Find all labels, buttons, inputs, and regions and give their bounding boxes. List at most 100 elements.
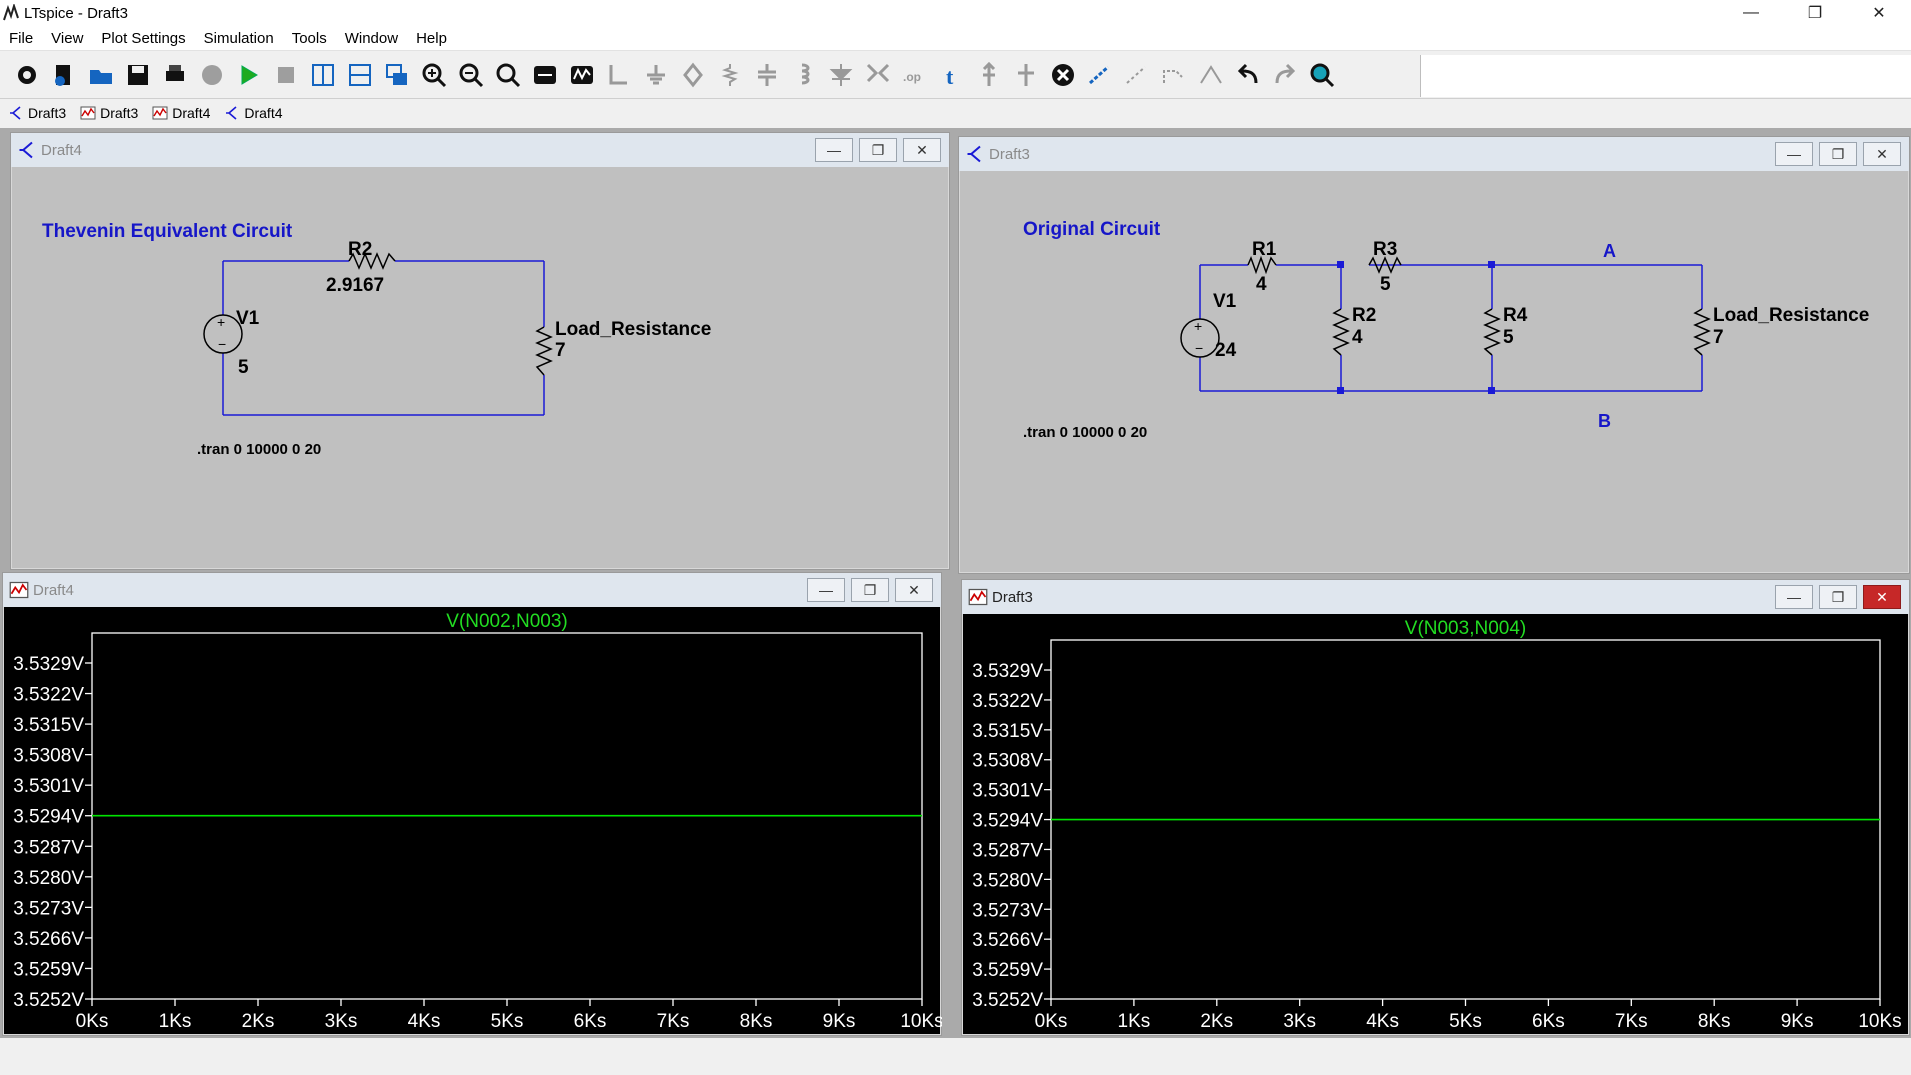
new-schematic-button[interactable] [45,57,82,93]
schematic-window-thevenin[interactable]: Draft4 — ❐ ✕ Thevenin Equivalent Circuit [10,132,950,570]
restore-button[interactable]: ❐ [1783,0,1847,26]
wire-button[interactable] [600,57,637,93]
zoom-in-button[interactable] [415,57,452,93]
resistor-r1[interactable] [1247,255,1277,275]
maximize-button[interactable]: ❐ [859,138,897,162]
maximize-button[interactable]: ❐ [1819,142,1857,166]
zoom-fit-button[interactable] [489,57,526,93]
inductor-button[interactable] [785,57,822,93]
minimize-button[interactable]: — [807,578,845,602]
component-button[interactable] [859,57,896,93]
node-label-b: B [1598,411,1611,431]
halt-button[interactable] [193,57,230,93]
menu-help[interactable]: Help [407,30,456,47]
mirror-button[interactable] [1192,57,1229,93]
tab-draft4-plot[interactable]: Draft4 [152,105,210,121]
minimize-button[interactable]: — [1775,142,1813,166]
move-button[interactable] [970,57,1007,93]
menu-tools[interactable]: Tools [283,30,336,47]
label-net-button[interactable] [674,57,711,93]
y-tick-label: 3.5259V [13,959,84,980]
close-button[interactable]: ✕ [895,578,933,602]
autorange-button[interactable] [526,57,563,93]
window-title-bar[interactable]: Draft3 — ❐ ✕ [962,580,1909,614]
window-title-bar[interactable]: Draft4 — ❐ ✕ [11,133,949,167]
y-tick-label: 3.5301V [13,776,84,797]
tab-draft3-plot[interactable]: Draft3 [80,105,138,121]
x-tick-label: 9Ks [1781,1011,1814,1032]
close-button[interactable]: ✕ [1847,0,1911,26]
tab-draft4-schematic[interactable]: Draft4 [224,105,283,121]
menu-simulation[interactable]: Simulation [195,30,283,47]
waveform-button[interactable] [563,57,600,93]
run-button[interactable] [230,57,267,93]
window-title-bar[interactable]: Draft3 — ❐ ✕ [959,137,1909,171]
menu-file[interactable]: File [0,30,42,47]
save-icon [127,65,148,85]
close-button[interactable]: ✕ [903,138,941,162]
schematic-canvas[interactable]: Thevenin Equivalent Circuit R2 2.9167 + … [12,167,948,568]
resistor-load[interactable] [535,326,553,376]
close-button[interactable]: ✕ [1863,142,1901,166]
waveform-plot[interactable]: V(N002,N003) 3.5329V 3.5322V 3.5315V 3.5308V… [4,607,942,1036]
plot-pane[interactable]: V(N002,N003) 3.5329V 3.5322V 3.5315V 3.5308V… [4,607,942,1036]
spice-directive-button[interactable]: .op [896,57,933,93]
spice-directive[interactable]: .tran 0 10000 0 20 [197,441,321,458]
zoom-out-button[interactable] [452,57,489,93]
menu-view[interactable]: View [42,30,92,47]
copy-button[interactable] [1118,57,1155,93]
maximize-button[interactable]: ❐ [851,578,889,602]
wire-icon [609,65,627,85]
y-tick-label: 3.5315V [972,721,1043,742]
trace-label[interactable]: V(N002,N003) [446,611,567,632]
r3-value: 5 [1380,274,1391,295]
load-value: 7 [555,340,566,361]
r2-value: 2.9167 [326,275,384,296]
resistor-r2[interactable] [1332,308,1350,356]
save-button[interactable] [119,57,156,93]
trace-label[interactable]: V(N003,N004) [1405,618,1526,639]
menu-plot-settings[interactable]: Plot Settings [92,30,194,47]
resistor-load[interactable] [1693,308,1711,356]
toolbar-search-field[interactable] [1420,55,1911,97]
spice-directive[interactable]: .tran 0 10000 0 20 [1023,424,1147,441]
delete-button[interactable] [1044,57,1081,93]
waveform-window-draft4[interactable]: Draft4 — ❐ ✕ V(N002,N003) 3.5329V 3.5322V 3… [2,572,942,1036]
close-button[interactable]: ✕ [1863,585,1901,609]
rotate-button[interactable] [1155,57,1192,93]
capacitor-button[interactable] [748,57,785,93]
undo-button[interactable] [1229,57,1266,93]
redo-button[interactable] [1266,57,1303,93]
tab-draft3-schematic[interactable]: Draft3 [8,105,66,121]
x-tick-label: 8Ks [1698,1011,1731,1032]
settings-button[interactable] [8,57,45,93]
text-button[interactable]: t [933,57,970,93]
open-button[interactable] [82,57,119,93]
menu-window[interactable]: Window [336,30,407,47]
maximize-button[interactable]: ❐ [1819,585,1857,609]
window-title-bar[interactable]: Draft4 — ❐ ✕ [3,573,941,607]
voltage-source-v1[interactable]: + − [1180,318,1220,358]
tile-vertical-button[interactable] [304,57,341,93]
minimize-button[interactable]: — [1719,0,1783,26]
drag-button[interactable] [1007,57,1044,93]
resistor-button[interactable] [711,57,748,93]
duplicate-button[interactable] [1081,57,1118,93]
minimize-button[interactable]: — [1775,585,1813,609]
find-button[interactable] [1303,57,1340,93]
waveform-window-draft3[interactable]: Draft3 — ❐ ✕ V(N003,N004) 3.5329V 3.5322V 3… [961,579,1910,1036]
minimize-button[interactable]: — [815,138,853,162]
autorange-icon [533,66,556,84]
resistor-r4[interactable] [1483,308,1501,356]
diode-button[interactable] [822,57,859,93]
stop-button[interactable] [267,57,304,93]
waveform-icon [9,581,29,599]
schematic-canvas[interactable]: Original Circuit R1 4 R3 5 R2 4 R4 5 + −… [960,171,1908,572]
schematic-window-original[interactable]: Draft3 — ❐ ✕ Original Circuit R1 4 R3 5 … [958,136,1910,574]
plot-pane[interactable]: V(N003,N004) 3.5329V 3.5322V 3.5315V 3.5308V… [963,614,1908,1034]
print-button[interactable] [156,57,193,93]
cascade-button[interactable] [378,57,415,93]
ground-button[interactable] [637,57,674,93]
tile-horizontal-button[interactable] [341,57,378,93]
waveform-plot[interactable]: V(N003,N004) 3.5329V 3.5322V 3.5315V 3.5308V… [963,614,1910,1036]
